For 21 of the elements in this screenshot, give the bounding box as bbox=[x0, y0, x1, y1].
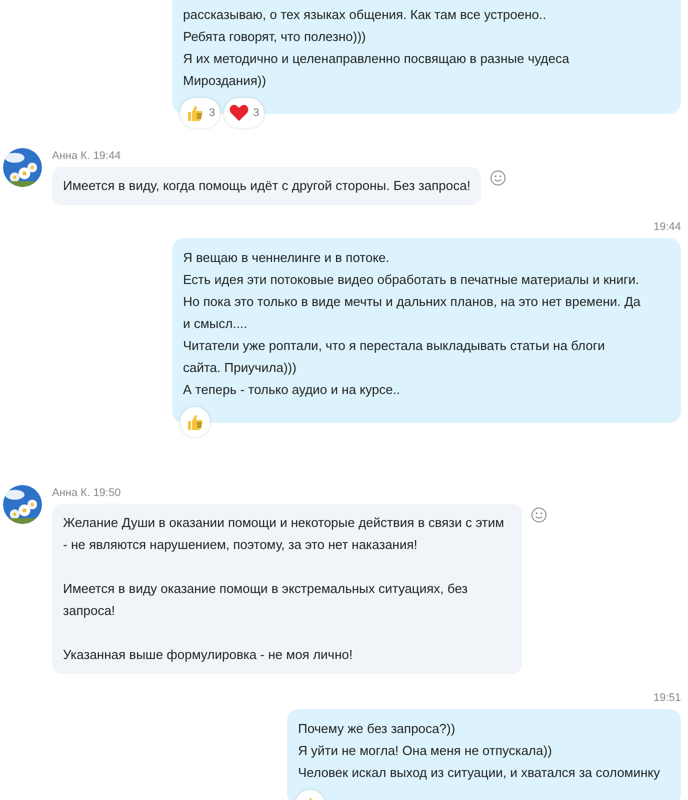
message-time: 19:44 bbox=[653, 220, 681, 234]
message-time: 19:51 bbox=[653, 690, 681, 706]
message-text: Человек искал выход из ситуации, и хватался за соломинку bbox=[298, 764, 662, 782]
message-text: А теперь - только аудио и на курсе.. bbox=[183, 381, 402, 399]
reaction-button[interactable]: 3 bbox=[180, 98, 220, 128]
message-text: Но пока это только в виде мечты и дальних планов, на это нет времени. Да и смысл.... bbox=[183, 293, 642, 333]
message-text: Я уйти не могла! Она меня не отпускала)) bbox=[298, 742, 553, 760]
message-author: Анна К. 19:44 bbox=[52, 149, 122, 164]
message-text: Имеется в виду, когда помощь идёт с другой стороны. Без запроса! bbox=[63, 176, 470, 195]
message-text: Указанная выше формулировка - не моя лично! bbox=[63, 646, 354, 664]
message-text: Я вещаю в ченнелинге и в потоке. bbox=[183, 249, 390, 267]
message-text: Читатели уже роптали, что я перестала выкладывать статьи на блоги сайта. Приучила))) bbox=[183, 337, 606, 377]
message-text: Есть идея эти потоковые видео обработать в печатные материалы и книги. bbox=[183, 271, 640, 289]
message-text: рассказываю, о тех языках общения. Как там все устроено.. bbox=[183, 6, 548, 24]
message-text: Имеется в виду оказание помощи в экстремальных ситуациях, без запроса! bbox=[63, 580, 469, 620]
message-text: Почему же без запроса?)) bbox=[298, 720, 456, 738]
message-text: Желание Души в оказании помощи и некоторые действия в связи с этим - не являются нарушением, поэтому, за это нет наказания! bbox=[63, 514, 506, 554]
reaction-button[interactable]: 3 bbox=[224, 98, 264, 128]
message-author: Анна К. 19:50 bbox=[52, 486, 122, 501]
message-text: Я их методично и целенаправленно посвящаю в разные чудеса Мироздания)) bbox=[183, 50, 570, 90]
message-text: Ребята говорят, что полезно))) bbox=[183, 28, 367, 46]
